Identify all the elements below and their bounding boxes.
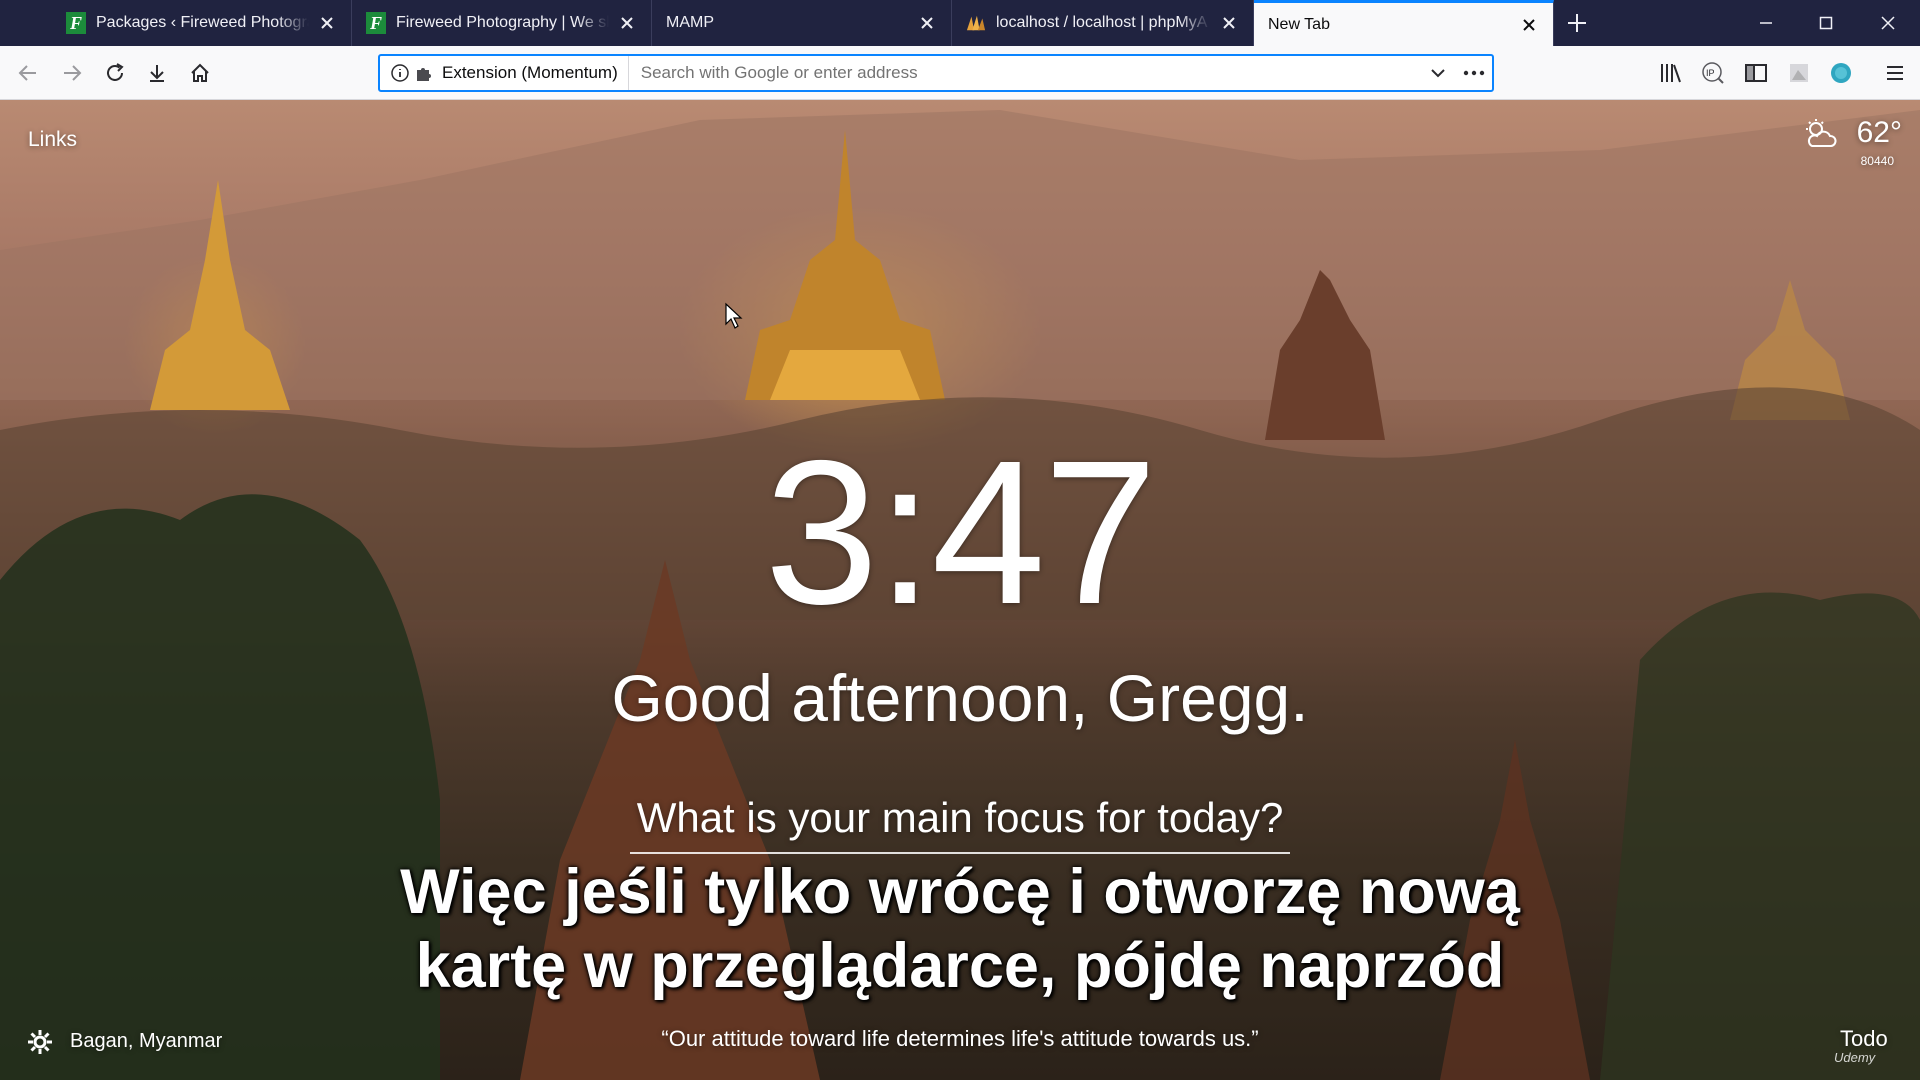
maximize-icon	[1819, 16, 1833, 30]
download-icon	[150, 65, 164, 82]
address-input[interactable]	[628, 56, 1420, 90]
reload-icon	[107, 63, 124, 81]
close-icon[interactable]	[1219, 13, 1239, 33]
mouse-cursor-icon	[725, 302, 743, 329]
reload-button[interactable]	[98, 56, 132, 90]
weather-location: 80440	[1860, 154, 1894, 168]
svg-text:IP: IP	[1706, 68, 1715, 78]
tab-title: New Tab	[1268, 15, 1330, 33]
links-toggle[interactable]: Links	[28, 128, 77, 152]
info-icon	[391, 64, 409, 82]
tab-title: Fireweed Photography | We sh	[396, 14, 609, 31]
tab-title: Packages ‹ Fireweed Photograp	[96, 14, 309, 31]
close-icon[interactable]	[1519, 15, 1539, 35]
avatar-icon	[1831, 63, 1851, 83]
weather-temperature: 62°	[1856, 116, 1902, 149]
menu-button[interactable]	[1880, 58, 1910, 88]
downloads-button[interactable]	[140, 56, 174, 90]
account-button[interactable]	[1826, 58, 1856, 88]
phpmyadmin-icon	[966, 12, 986, 34]
todo-toggle[interactable]: Todo	[1840, 1026, 1888, 1052]
close-icon[interactable]	[317, 13, 337, 33]
library-icon	[1661, 64, 1681, 83]
minimize-button[interactable]	[1736, 0, 1796, 46]
back-button[interactable]	[11, 56, 45, 90]
tab-mamp[interactable]: MAMP	[652, 0, 952, 46]
sidebar-icon	[1745, 64, 1767, 82]
fireweed-icon: F	[366, 12, 386, 34]
identity-label: Extension (Momentum)	[442, 63, 618, 82]
tab-fireweed[interactable]: F Fireweed Photography | We sh	[352, 0, 652, 46]
focus-question: What is your main focus for today?	[636, 794, 1284, 841]
ip-icon: IP	[1702, 62, 1724, 84]
forward-button[interactable]	[55, 56, 89, 90]
maximize-button[interactable]	[1796, 0, 1856, 46]
ip-address-button[interactable]: IP	[1698, 58, 1728, 88]
new-tab-plus-icon[interactable]	[1560, 6, 1594, 40]
tab-packages[interactable]: F Packages ‹ Fireweed Photograp	[52, 0, 352, 46]
close-icon[interactable]	[617, 13, 637, 33]
home-button[interactable]	[183, 56, 217, 90]
page-actions-button[interactable]	[1456, 56, 1492, 90]
fireweed-icon: F	[66, 12, 86, 34]
greeting: Good afternoon, Gregg.	[611, 661, 1309, 735]
momentum-dashboard: Links 62° 80440 3:47 Good afternoon, Gre…	[0, 100, 1920, 1080]
clock: 3:47	[764, 418, 1158, 647]
close-window-button[interactable]	[1858, 0, 1918, 46]
video-subtitle-line-1: Więc jeśli tylko wrócę i otworzę nową	[400, 857, 1520, 927]
tab-phpmyadmin[interactable]: localhost / localhost | phpMyA	[952, 0, 1254, 46]
home-icon	[191, 63, 209, 82]
focus-input-underline[interactable]	[630, 852, 1290, 854]
chevron-down-icon	[1431, 69, 1445, 78]
back-arrow-icon	[18, 65, 36, 81]
close-icon[interactable]	[917, 13, 937, 33]
daily-quote: “Our attitude toward life determines lif…	[661, 1026, 1259, 1051]
extension-button[interactable]	[1784, 58, 1814, 88]
library-button[interactable]	[1656, 58, 1686, 88]
hamburger-menu-icon	[1887, 66, 1903, 80]
partly-cloudy-icon	[1806, 119, 1837, 147]
navigation-toolbar: Extension (Momentum) IP	[0, 46, 1920, 100]
puzzle-piece-icon	[417, 68, 431, 81]
ellipsis-icon	[1463, 70, 1485, 76]
tab-title: MAMP	[666, 14, 714, 31]
tab-title: localhost / localhost | phpMyA	[996, 14, 1208, 31]
tab-strip: F Packages ‹ Fireweed Photograp F Firewe…	[0, 0, 1920, 46]
forward-arrow-icon	[64, 65, 82, 81]
tab-new-tab[interactable]: New Tab	[1254, 0, 1554, 46]
image-extension-icon	[1790, 64, 1808, 82]
video-subtitle-line-2: kartę w przeglądarce, pójdę naprzód	[415, 931, 1505, 1001]
url-bar[interactable]: Extension (Momentum)	[378, 54, 1494, 92]
sidebar-button[interactable]	[1741, 58, 1771, 88]
close-icon	[1881, 16, 1895, 30]
minimize-icon	[1760, 22, 1772, 24]
site-identity[interactable]: Extension (Momentum)	[380, 56, 629, 90]
udemy-watermark: Udemy	[1834, 1050, 1876, 1065]
url-dropdown-button[interactable]	[1420, 56, 1456, 90]
